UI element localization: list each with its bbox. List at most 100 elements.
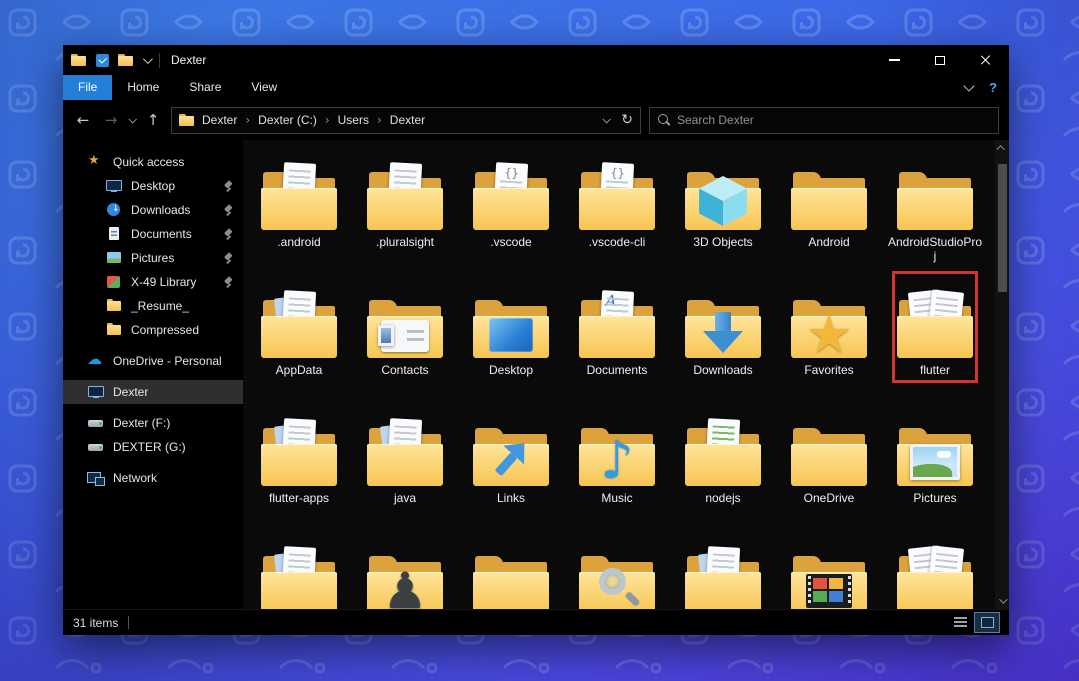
title-bar: Dexter — [63, 45, 1009, 75]
file-item[interactable] — [781, 528, 877, 609]
file-item-android[interactable]: .android — [251, 144, 347, 272]
file-item-documents[interactable]: ADocuments — [569, 272, 665, 400]
search-input[interactable] — [677, 113, 990, 127]
desktop-icon — [105, 178, 123, 194]
minimize-button[interactable] — [871, 45, 917, 75]
customize-toolbar-caret-icon[interactable] — [143, 54, 153, 64]
file-item[interactable]: ♟ — [357, 528, 453, 609]
file-item-contacts[interactable]: Contacts — [357, 272, 453, 400]
window-title: Dexter — [169, 53, 206, 67]
folder-icon: {} — [472, 144, 550, 230]
sidebar-item-label: Downloads — [131, 203, 190, 217]
breadcrumb-item-dexter-c[interactable]: Dexter (C:) — [258, 113, 317, 127]
details-view-button[interactable] — [948, 613, 972, 632]
file-item-3d-objects[interactable]: 3D Objects — [675, 144, 771, 272]
folder-icon — [472, 528, 550, 609]
maximize-button[interactable] — [917, 45, 963, 75]
help-icon[interactable]: ? — [989, 80, 997, 95]
sidebar-item-onedrive-personal[interactable]: OneDrive - Personal — [63, 349, 243, 373]
up-icon[interactable]: ↑ — [143, 111, 163, 129]
back-icon[interactable]: ← — [73, 111, 93, 129]
file-item-nodejs[interactable]: nodejs — [675, 400, 771, 528]
breadcrumb-item-dexter[interactable]: Dexter — [202, 113, 237, 127]
folder-icon — [260, 144, 338, 230]
file-item-appdata[interactable]: AppData — [251, 272, 347, 400]
file-item-desktop[interactable]: Desktop — [463, 272, 559, 400]
status-bar: 31 items — [63, 609, 1009, 635]
folder-icon — [260, 400, 338, 486]
file-label: flutter-apps — [269, 491, 329, 505]
folder-icon — [366, 400, 444, 486]
address-box[interactable]: Dexter›Dexter (C:)›Users›Dexter ↻ — [171, 107, 641, 134]
pin-icon — [223, 229, 233, 240]
pin-icon — [223, 181, 233, 192]
sidebar-item-dexter-g[interactable]: DEXTER (G:) — [63, 435, 243, 459]
status-divider — [128, 616, 129, 629]
chevron-up-icon — [996, 145, 1004, 153]
forward-icon[interactable]: → — [101, 111, 121, 129]
sidebar-item-resume[interactable]: _Resume_ — [63, 294, 243, 318]
vertical-scrollbar[interactable] — [995, 140, 1009, 609]
file-item-vscode-cli[interactable]: {}.vscode-cli — [569, 144, 665, 272]
file-item-downloads[interactable]: Downloads — [675, 272, 771, 400]
sidebar-item-label: _Resume_ — [131, 299, 189, 313]
sidebar-item-network[interactable]: Network — [63, 466, 243, 490]
tab-file[interactable]: File — [63, 75, 112, 100]
file-item-flutter[interactable]: flutter — [887, 272, 983, 400]
pin-icon — [223, 253, 233, 264]
sidebar-item-dexter-f[interactable]: Dexter (F:) — [63, 411, 243, 435]
file-grid: .android.pluralsight{}.vscode{}.vscode-c… — [251, 144, 993, 609]
sidebar-item-compressed[interactable]: Compressed — [63, 318, 243, 342]
expand-ribbon-chevron-icon[interactable] — [963, 80, 974, 91]
sidebar-item-documents[interactable]: Documents — [63, 222, 243, 246]
recent-locations-caret-icon[interactable] — [128, 115, 136, 123]
file-item[interactable] — [887, 528, 983, 609]
chevron-down-icon — [999, 595, 1007, 603]
breadcrumb-separator-icon: › — [377, 113, 382, 127]
properties-icon[interactable] — [96, 54, 109, 67]
star-icon — [87, 154, 105, 170]
file-item-pictures[interactable]: Pictures — [887, 400, 983, 528]
breadcrumb-item-dexter[interactable]: Dexter — [390, 113, 425, 127]
tab-home[interactable]: Home — [112, 75, 174, 100]
sidebar-item-label: OneDrive - Personal — [113, 354, 222, 368]
file-label: java — [394, 491, 416, 505]
breadcrumb-item-users[interactable]: Users — [338, 113, 369, 127]
folder-icon — [578, 528, 656, 609]
scrollbar-thumb[interactable] — [998, 164, 1007, 292]
file-item-androidstudioproj[interactable]: AndroidStudioProj — [887, 144, 983, 272]
scroll-up-button[interactable] — [995, 140, 1009, 156]
app-folder-icon[interactable] — [71, 54, 87, 67]
file-item-music[interactable]: ♪Music — [569, 400, 665, 528]
file-item[interactable] — [569, 528, 665, 609]
sidebar-item-downloads[interactable]: Downloads — [63, 198, 243, 222]
sidebar-item-label: Network — [113, 471, 157, 485]
file-label: OneDrive — [804, 491, 855, 505]
tab-share[interactable]: Share — [174, 75, 236, 100]
sidebar-item-pictures[interactable]: Pictures — [63, 246, 243, 270]
sidebar-item-dexter[interactable]: Dexter — [63, 380, 243, 404]
file-item[interactable] — [251, 528, 347, 609]
file-item-flutter-apps[interactable]: flutter-apps — [251, 400, 347, 528]
file-item[interactable] — [463, 528, 559, 609]
address-dropdown-caret-icon[interactable] — [603, 115, 611, 123]
sidebar-item-desktop[interactable]: Desktop — [63, 174, 243, 198]
scrollbar-track[interactable] — [995, 156, 1009, 593]
file-item-vscode[interactable]: {}.vscode — [463, 144, 559, 272]
file-item-onedrive[interactable]: OneDrive — [781, 400, 877, 528]
file-item-pluralsight[interactable]: .pluralsight — [357, 144, 453, 272]
search-box[interactable] — [649, 107, 999, 134]
thumbnails-view-button[interactable] — [975, 613, 999, 632]
file-item-links[interactable]: Links — [463, 400, 559, 528]
refresh-icon[interactable]: ↻ — [621, 112, 633, 128]
new-folder-icon[interactable] — [118, 54, 134, 67]
file-item-java[interactable]: java — [357, 400, 453, 528]
close-button[interactable] — [963, 45, 1009, 75]
file-item-favorites[interactable]: ★Favorites — [781, 272, 877, 400]
sidebar-item-x-49-library[interactable]: X-49 Library — [63, 270, 243, 294]
file-item-android[interactable]: Android — [781, 144, 877, 272]
sidebar-item-quick-access[interactable]: Quick access — [63, 150, 243, 174]
tab-view[interactable]: View — [236, 75, 292, 100]
scroll-down-button[interactable] — [995, 593, 1009, 609]
file-item[interactable] — [675, 528, 771, 609]
